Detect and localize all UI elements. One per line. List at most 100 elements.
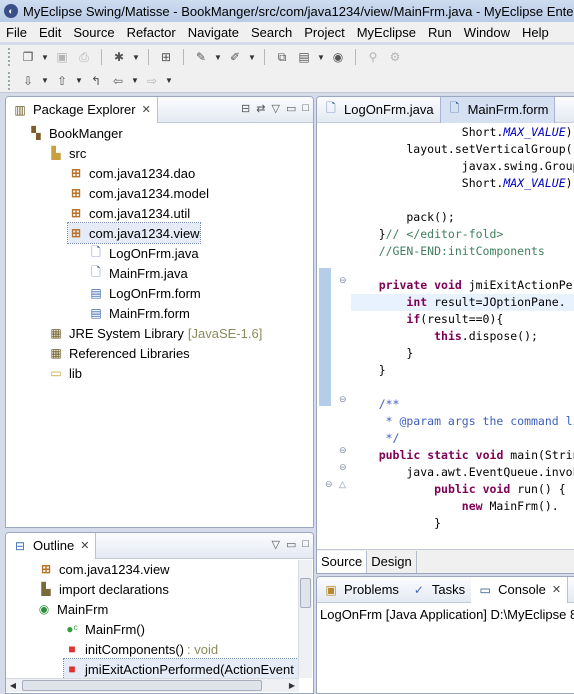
link-with-editor-icon[interactable]: ⇄ <box>256 102 265 115</box>
scrollbar-thumb[interactable] <box>300 578 311 608</box>
outline-item-constructor[interactable]: ●ᶜ MainFrm() <box>64 619 145 639</box>
collapse-all-icon[interactable]: ⊟ <box>241 102 250 115</box>
tab-package-explorer[interactable]: ▥ Package Explorer ✕ <box>6 97 158 123</box>
browser-icon[interactable]: ◉ <box>329 48 347 66</box>
deploy-icon[interactable]: ⧉ <box>273 48 291 66</box>
fold-icon[interactable]: ⊖ <box>339 445 349 455</box>
outline-item-imports[interactable]: ▙ import declarations <box>38 579 168 599</box>
java-file-icon: 🗋 <box>91 244 101 259</box>
minimize-icon[interactable]: ▭ <box>286 102 296 115</box>
close-icon[interactable]: ✕ <box>552 583 561 596</box>
minimize-icon[interactable]: ▭ <box>286 538 296 551</box>
next-annotation-icon[interactable]: ⇩ <box>19 72 37 90</box>
toolbar-grip[interactable] <box>8 71 11 90</box>
tree-item-jre-library[interactable]: ▦ JRE System Library [JavaSE-1.6] <box>48 323 262 343</box>
code-line: Short.MAX_VALUE)) <box>351 176 574 190</box>
tab-tasks[interactable]: ✓ Tasks <box>405 577 471 603</box>
menu-refactor[interactable]: Refactor <box>121 25 182 40</box>
back-icon[interactable]: ⇦ <box>109 72 127 90</box>
outline-item-initcomponents[interactable]: ■ initComponents() : void <box>64 639 218 659</box>
tab-outline[interactable]: ⊟ Outline ✕ <box>6 533 97 559</box>
maximize-icon[interactable]: □ <box>302 102 309 115</box>
menu-myeclipse[interactable]: MyEclipse <box>351 25 422 40</box>
tree-item-lib[interactable]: ▭ lib <box>48 363 82 383</box>
team-icon[interactable]: ⚲ <box>364 48 382 66</box>
tree-item-src[interactable]: ▙ src <box>48 143 86 163</box>
package-explorer-icon: ▥ <box>14 102 26 117</box>
menu-search[interactable]: Search <box>245 25 298 40</box>
tree-item-project[interactable]: ▚ BookManger <box>28 123 122 143</box>
next-annotation-dropdown-icon[interactable]: ▼ <box>41 76 49 85</box>
print-icon[interactable]: ⎙ <box>75 48 93 66</box>
outline-item-package[interactable]: ⊞ com.java1234.view <box>38 559 170 579</box>
scrollbar-thumb[interactable] <box>22 680 262 691</box>
external-tools-dropdown-icon[interactable]: ▼ <box>248 53 256 62</box>
close-icon[interactable]: ✕ <box>142 103 151 116</box>
menu-window[interactable]: Window <box>458 25 516 40</box>
open-type-icon[interactable]: ⊞ <box>157 48 175 66</box>
code-line: * @param args the command line <box>351 414 574 428</box>
tree-item-package-util[interactable]: ⊞ com.java1234.util <box>68 203 190 223</box>
tree-item-mainfrm-form[interactable]: ▤ MainFrm.form <box>88 303 190 323</box>
code-line: } <box>351 516 442 530</box>
external-tools-icon[interactable]: ✐ <box>226 48 244 66</box>
outline-item-jmiexit[interactable]: ■ jmiExitActionPerformed(ActionEvent <box>63 658 299 680</box>
forward-dropdown-icon[interactable]: ▼ <box>165 76 173 85</box>
tab-design[interactable]: Design <box>367 550 417 573</box>
previous-annotation-dropdown-icon[interactable]: ▼ <box>75 76 83 85</box>
debug-icon[interactable]: ✱ <box>110 48 128 66</box>
tree-item-mainfrm-java[interactable]: 🗋 MainFrm.java <box>88 263 188 283</box>
outline-vertical-scrollbar[interactable] <box>298 560 312 678</box>
tab-mainfrm-form[interactable]: 🗋 MainFrm.form <box>439 97 556 123</box>
tree-item-logonfrm-java[interactable]: 🗋 LogOnFrm.java <box>88 243 198 263</box>
tree-item-package-view[interactable]: ⊞ com.java1234.view <box>67 222 201 244</box>
tree-item-logonfrm-form[interactable]: ▤ LogOnFrm.form <box>88 283 200 303</box>
tab-source[interactable]: Source <box>317 550 368 573</box>
new-icon[interactable]: ❐ <box>19 48 37 66</box>
back-dropdown-icon[interactable]: ▼ <box>131 76 139 85</box>
jre-version-label: [JavaSE-1.6] <box>187 325 263 341</box>
run-config-dropdown-icon[interactable]: ▼ <box>214 53 222 62</box>
fold-icon[interactable]: ⊖ <box>339 275 349 285</box>
view-controls: ⊟ ⇄ ▽ ▭ □ <box>241 102 309 115</box>
fold-icon[interactable]: ⊖ <box>339 462 349 472</box>
menu-source[interactable]: Source <box>67 25 120 40</box>
outline-horizontal-scrollbar[interactable]: ◀ ▶ <box>6 678 299 692</box>
menu-navigate[interactable]: Navigate <box>182 25 245 40</box>
sync-icon[interactable]: ⚙ <box>386 48 404 66</box>
menu-run[interactable]: Run <box>422 25 458 40</box>
server-icon[interactable]: ▤ <box>295 48 313 66</box>
close-icon[interactable]: ✕ <box>80 539 89 552</box>
menu-help[interactable]: Help <box>516 25 555 40</box>
scroll-left-icon[interactable]: ◀ <box>6 681 20 690</box>
tab-logonfrm-java[interactable]: 🗋 LogOnFrm.java <box>317 97 440 123</box>
menu-file[interactable]: File <box>0 25 33 40</box>
debug-dropdown-icon[interactable]: ▼ <box>132 53 140 62</box>
tree-item-package-dao[interactable]: ⊞ com.java1234.dao <box>68 163 195 183</box>
menu-project[interactable]: Project <box>298 25 350 40</box>
maximize-icon[interactable]: □ <box>302 538 309 551</box>
new-dropdown-icon[interactable]: ▼ <box>41 53 49 62</box>
menu-edit[interactable]: Edit <box>33 25 67 40</box>
view-menu-icon[interactable]: ▽ <box>271 102 279 115</box>
java-file-icon: 🗋 <box>91 264 101 279</box>
tree-item-referenced-libraries[interactable]: ▦ Referenced Libraries <box>48 343 189 363</box>
previous-annotation-icon[interactable]: ⇧ <box>53 72 71 90</box>
save-icon[interactable]: ▣ <box>53 48 71 66</box>
tab-problems[interactable]: ▣ Problems <box>317 577 405 603</box>
fold-icon[interactable]: ⊖ <box>339 394 349 404</box>
tab-console[interactable]: ▭ Console ✕ <box>471 577 569 603</box>
tree-item-package-model[interactable]: ⊞ com.java1234.model <box>68 183 209 203</box>
forward-icon[interactable]: ⇨ <box>143 72 161 90</box>
run-config-icon[interactable]: ✎ <box>192 48 210 66</box>
scroll-right-icon[interactable]: ▶ <box>285 681 299 690</box>
view-menu-icon[interactable]: ▽ <box>271 538 279 551</box>
tasks-icon: ✓ <box>413 582 424 597</box>
last-edit-icon[interactable]: ↰ <box>87 72 105 90</box>
editor-mode-tabs: Source Design <box>317 549 574 573</box>
outline-panel: ⊟ Outline ✕ ▽ ▭ □ ⊞ com.java1234.view ▙ … <box>5 532 314 694</box>
toolbar-grip[interactable] <box>8 48 11 66</box>
outline-item-class[interactable]: ◉ MainFrm <box>36 599 109 619</box>
server-dropdown-icon[interactable]: ▼ <box>317 53 325 62</box>
fold-icon[interactable]: △ <box>339 479 349 489</box>
